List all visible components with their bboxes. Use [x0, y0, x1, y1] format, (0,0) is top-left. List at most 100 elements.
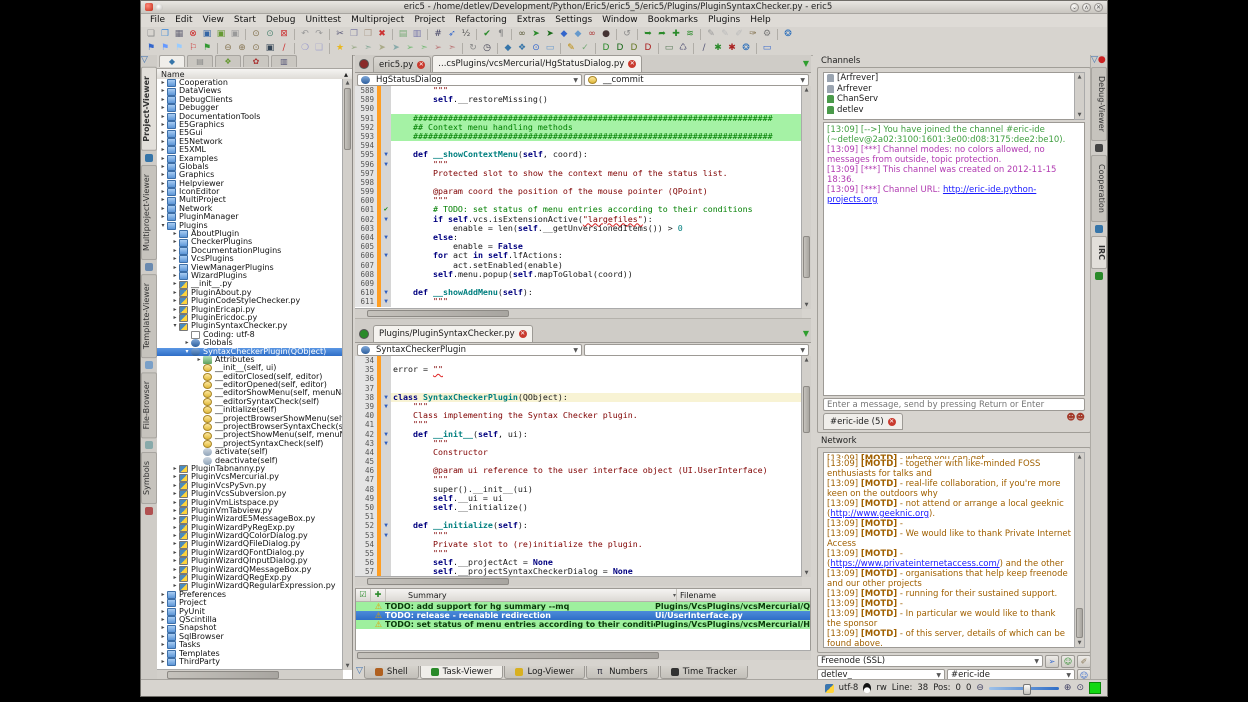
collapsed-icon[interactable]: ▸: [159, 205, 167, 213]
debug-run-icon[interactable]: ➤: [543, 28, 557, 41]
unittest-script-icon[interactable]: ✱: [725, 42, 739, 55]
interfaces-tab[interactable]: ▥: [271, 55, 297, 67]
sidebar-tab-debug-viewer[interactable]: Debug-Viewer: [1091, 67, 1107, 141]
fold-arrow-icon[interactable]: ▼: [381, 402, 391, 411]
margin[interactable]: [381, 503, 391, 512]
completed-column-icon[interactable]: ☑: [356, 589, 371, 601]
margin[interactable]: [381, 178, 391, 187]
menu-window[interactable]: Window: [597, 14, 643, 27]
line-number[interactable]: 611: [355, 297, 377, 306]
new-icon[interactable]: ❐: [158, 28, 172, 41]
translations-tab[interactable]: ✿: [243, 55, 269, 67]
tree-item[interactable]: ▸ViewManagerPlugins: [157, 264, 343, 272]
line-number[interactable]: 605: [355, 242, 377, 251]
margin[interactable]: [381, 242, 391, 251]
window-menu-icon[interactable]: [156, 4, 163, 11]
user-row[interactable]: Arfrever: [824, 84, 1084, 95]
collapsed-icon[interactable]: ▸: [171, 574, 179, 582]
edit-replace-icon[interactable]: ✐: [732, 28, 746, 41]
line-number[interactable]: 604: [355, 233, 377, 242]
margin[interactable]: [381, 279, 391, 288]
line-number[interactable]: 595: [355, 150, 377, 159]
next-task-icon[interactable]: ➣: [417, 42, 431, 55]
editor-vertical-scrollbar[interactable]: ▲▼: [801, 86, 811, 309]
line-number[interactable]: 47: [355, 475, 377, 484]
menu-plugins[interactable]: Plugins: [703, 14, 745, 27]
tab-task-viewer[interactable]: Task-Viewer: [420, 666, 504, 679]
line-number[interactable]: 34: [355, 356, 377, 365]
line-number[interactable]: 601: [355, 205, 377, 214]
close-all-icon[interactable]: ⊠: [277, 28, 291, 41]
syntax-check-icon[interactable]: ✔: [480, 28, 494, 41]
connect-icon[interactable]: ➢: [1045, 655, 1059, 668]
margin[interactable]: [381, 104, 391, 113]
code-line[interactable]: 611▼ """: [355, 297, 811, 306]
zoom-out-icon[interactable]: ⊖: [976, 683, 984, 693]
margin[interactable]: [381, 448, 391, 457]
line-number[interactable]: 48: [355, 485, 377, 494]
line-number[interactable]: 592: [355, 123, 377, 132]
next-warning-icon[interactable]: ➣: [361, 42, 375, 55]
window-blue-icon[interactable]: ▭: [760, 42, 774, 55]
tree-item[interactable]: Coding: utf-8: [157, 331, 343, 339]
collapsed-icon[interactable]: ▸: [159, 129, 167, 137]
vcs-commit-icon[interactable]: ➦: [655, 28, 669, 41]
line-number[interactable]: 608: [355, 270, 377, 279]
server-combo[interactable]: Freenode (SSL)▼: [817, 655, 1043, 667]
collapsed-icon[interactable]: ▸: [159, 155, 167, 163]
user-row[interactable]: detlev: [824, 105, 1084, 116]
unittest-icon[interactable]: ✱: [711, 42, 725, 55]
expanded-icon[interactable]: ▾: [183, 348, 191, 356]
bookmark-prev-icon[interactable]: ⚑: [172, 42, 186, 55]
priority-column-icon[interactable]: ✚: [371, 589, 386, 601]
editor-horizontal-scrollbar[interactable]: [355, 576, 802, 586]
line-number[interactable]: 55: [355, 549, 377, 558]
vcs-add-icon[interactable]: ✚: [669, 28, 683, 41]
collapsed-icon[interactable]: ▸: [171, 306, 179, 314]
scroll-down-icon[interactable]: ▼: [343, 662, 352, 670]
margin[interactable]: [381, 86, 391, 95]
delete-icon[interactable]: ✖: [375, 28, 389, 41]
margin[interactable]: [381, 196, 391, 205]
collapsed-icon[interactable]: ▸: [159, 96, 167, 104]
line-number[interactable]: 36: [355, 374, 377, 383]
editor-vertical-scrollbar[interactable]: ▲▼: [801, 356, 811, 577]
margin[interactable]: [381, 540, 391, 549]
margin[interactable]: [381, 95, 391, 104]
profile-icon[interactable]: D: [627, 42, 641, 55]
collapsed-icon[interactable]: ▸: [171, 255, 179, 263]
tree-vertical-scrollbar[interactable]: ▲ ▼: [342, 79, 352, 670]
collapsed-icon[interactable]: ▸: [159, 633, 167, 641]
save-as-icon[interactable]: ▣: [214, 28, 228, 41]
summary-column-header[interactable]: Summary: [408, 591, 447, 600]
next-change-icon[interactable]: ➤: [389, 42, 403, 55]
tab-numbers[interactable]: πNumbers: [586, 666, 659, 679]
zoom-out-icon[interactable]: ⊖: [221, 42, 235, 55]
new-window-icon[interactable]: ❏: [144, 28, 158, 41]
stop-icon[interactable]: ●: [599, 28, 613, 41]
margin[interactable]: [381, 123, 391, 132]
step-icon[interactable]: ◆: [557, 28, 571, 41]
collapsed-icon[interactable]: ▸: [159, 591, 167, 599]
fold-arrow-icon[interactable]: ▼: [381, 150, 391, 159]
code-line[interactable]: 593 ####################################…: [355, 132, 811, 141]
line-number[interactable]: 40: [355, 411, 377, 420]
collapsed-icon[interactable]: ▸: [159, 180, 167, 188]
find-icon[interactable]: ▤: [396, 28, 410, 41]
close-tab-icon[interactable]: ✕: [519, 330, 527, 338]
vcs-update-icon[interactable]: ➥: [641, 28, 655, 41]
code-line[interactable]: 44 Constructor: [355, 448, 811, 457]
sidebar-tab-file-browser[interactable]: File-Browser: [141, 372, 157, 438]
collapsed-icon[interactable]: ▸: [171, 280, 179, 288]
collapsed-icon[interactable]: ▸: [183, 339, 191, 347]
tree-item[interactable]: ▾Plugins: [157, 222, 343, 230]
menu-start[interactable]: Start: [229, 14, 261, 27]
task-row[interactable]: ⚠TODO: add support for hg summary --mqPl…: [356, 602, 810, 611]
margin[interactable]: [381, 224, 391, 233]
code-line[interactable]: 608 self.menu.popup(self.mapToGlobal(coo…: [355, 270, 811, 279]
margin[interactable]: [381, 558, 391, 567]
task-row[interactable]: ⚠TODO: release - reenable redirectionUi/…: [356, 611, 810, 620]
leave-channel-icon[interactable]: ☻☻: [1066, 413, 1085, 423]
task-horizontal-scrollbar[interactable]: [355, 650, 811, 660]
menu-help[interactable]: Help: [745, 14, 776, 27]
